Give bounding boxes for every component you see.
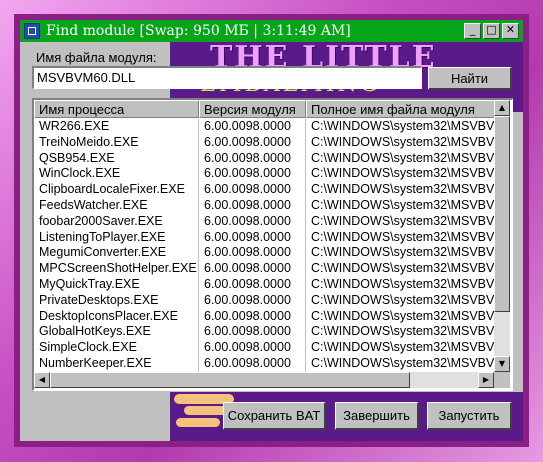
cell-module-version: 6.00.0098.0000 (199, 261, 306, 277)
table-row[interactable]: DesktopIconsPlacer.EXE 6.00.0098.0000 C:\W… (34, 308, 494, 325)
table-row[interactable]: SimpleClock.EXE 6.00.0098.0000 C:\WINDOWS\… (34, 340, 494, 356)
cell-process-name: QSB954.EXE (34, 150, 199, 167)
cell-module-version: 6.00.0098.0000 (199, 292, 306, 309)
table-row[interactable]: foobar2000Saver.EXE 6.00.0098.0000 C:\WIND… (34, 213, 494, 230)
cell-module-path: C:\WINDOWS\system32\MSVBVM (306, 230, 494, 246)
column-header-module-version[interactable]: Версия модуля (199, 100, 306, 118)
column-header-process-name[interactable]: Имя процесса (34, 100, 199, 118)
cell-module-version: 6.00.0098.0000 (199, 324, 306, 341)
window-title: Find module [Swap: 950 МБ | 3:11:49 AM] (46, 23, 351, 39)
cell-module-version: 6.00.0098.0000 (199, 166, 306, 183)
cell-process-name: ClipboardLocaleFixer.EXE (34, 182, 199, 198)
cell-process-name: GlobalHotKeys.EXE (34, 324, 199, 341)
cell-process-name: MegumiConverter.EXE (34, 245, 199, 262)
cell-module-version: 6.00.0098.0000 (199, 182, 306, 198)
cell-module-version: 6.00.0098.0000 (199, 197, 306, 214)
cell-process-name: foobar2000Saver.EXE (34, 213, 199, 230)
table-row[interactable]: TreiNoMeido.EXE 6.00.0098.0000 C:\WINDOWS\… (34, 134, 494, 151)
cell-module-path: C:\WINDOWS\system32\MSVBVM (306, 340, 494, 356)
list-rows: WR266.EXE 6.00.0098.0000 C:\WINDOWS\system… (34, 119, 494, 372)
cell-process-name: MyQuickTray.EXE (34, 276, 199, 293)
column-header-module-path[interactable]: Полное имя файла модуля (306, 100, 494, 118)
cell-module-version: 6.00.0098.0000 (199, 119, 306, 135)
cell-module-path: C:\WINDOWS\system32\MSVBVM (306, 324, 494, 340)
cell-module-path: C:\WINDOWS\system32\MSVBVM (306, 356, 494, 372)
cell-module-version: 6.00.0098.0000 (199, 340, 306, 356)
cell-module-path: C:\WINDOWS\system32\MSVBVM (306, 245, 494, 261)
cell-module-path: C:\WINDOWS\system32\MSVBVM (306, 135, 494, 151)
cell-module-version: 6.00.0098.0000 (199, 276, 306, 293)
process-list-viewport: Имя процесса Версия модуля Полное имя фа… (34, 100, 494, 372)
cell-module-path: C:\WINDOWS\system32\MSVBVM (306, 119, 494, 135)
cell-module-version: 6.00.0098.0000 (199, 245, 306, 262)
run-button[interactable]: Запустить (427, 402, 512, 430)
scroll-left-icon[interactable]: ◀ (34, 372, 50, 388)
table-row[interactable]: QSB954.EXE 6.00.0098.0000 C:\WINDOWS\syste… (34, 150, 494, 167)
table-row[interactable]: MegumiConverter.EXE 6.00.0098.0000 C:\WIND… (34, 245, 494, 262)
scroll-up-icon[interactable]: ▲ (494, 100, 510, 116)
scroll-down-icon[interactable]: ▼ (494, 356, 510, 372)
cell-process-name: WinClock.EXE (34, 166, 199, 183)
scrollbar-corner (494, 372, 510, 388)
cell-module-path: C:\WINDOWS\system32\MSVBVM (306, 166, 494, 182)
cell-module-version: 6.00.0098.0000 (199, 355, 306, 372)
module-filename-input[interactable]: MSVBVM60.DLL (32, 66, 422, 89)
cell-process-name: TreiNoMeido.EXE (34, 134, 199, 151)
cell-module-version: 6.00.0098.0000 (199, 213, 306, 230)
cell-process-name: FeedsWatcher.EXE (34, 197, 199, 214)
vertical-scrollbar[interactable]: ▲ ▼ (494, 100, 510, 372)
cell-module-path: C:\WINDOWS\system32\MSVBVM (306, 151, 494, 167)
finish-button[interactable]: Завершить (335, 402, 419, 430)
app-window-icon (24, 23, 40, 39)
process-list[interactable]: Имя процесса Версия модуля Полное имя фа… (32, 98, 513, 391)
horizontal-scroll-thumb[interactable] (50, 372, 410, 388)
scroll-right-icon[interactable]: ▶ (478, 372, 494, 388)
table-row[interactable]: MyQuickTray.EXE 6.00.0098.0000 C:\WINDOWS\… (34, 276, 494, 293)
find-button[interactable]: Найти (428, 67, 512, 90)
table-row[interactable]: ClipboardLocaleFixer.EXE 6.00.0098.0000 C:… (34, 182, 494, 198)
table-row[interactable]: WinClock.EXE 6.00.0098.0000 C:\WINDOWS\sys… (34, 166, 494, 183)
table-row[interactable]: PrivateDesktops.EXE 6.00.0098.0000 C:\WIND… (34, 292, 494, 309)
table-row[interactable]: WR266.EXE 6.00.0098.0000 C:\WINDOWS\system… (34, 119, 494, 135)
art-blob (176, 418, 220, 427)
cell-process-name: MPCScreenShotHelper.EXE (34, 261, 199, 277)
close-button[interactable]: ✕ (502, 23, 519, 39)
cell-module-path: C:\WINDOWS\system32\MSVBVM (306, 309, 494, 325)
table-row[interactable]: ListeningToPlayer.EXE 6.00.0098.0000 C:\WI… (34, 229, 494, 246)
module-filename-label: Имя файла модуля: (34, 50, 159, 65)
cell-module-path: C:\WINDOWS\system32\MSVBVM (306, 293, 494, 309)
cell-module-version: 6.00.0098.0000 (199, 229, 306, 246)
maximize-button[interactable]: □ (483, 23, 500, 39)
cell-process-name: NumberKeeper.EXE (34, 355, 199, 372)
cell-module-version: 6.00.0098.0000 (199, 150, 306, 167)
cell-process-name: DesktopIconsPlacer.EXE (34, 308, 199, 325)
title-bar[interactable]: Find module [Swap: 950 МБ | 3:11:49 AM] … (20, 20, 523, 42)
cell-process-name: ListeningToPlayer.EXE (34, 229, 199, 246)
cell-module-path: C:\WINDOWS\system32\MSVBVM (306, 198, 494, 214)
cell-module-path: C:\WINDOWS\system32\MSVBVM (306, 277, 494, 293)
list-header: Имя процесса Версия модуля Полное имя фа… (34, 100, 494, 118)
cell-module-path: C:\WINDOWS\system32\MSVBVM (306, 261, 494, 277)
window-controls: _ □ ✕ (464, 23, 519, 39)
save-bat-button[interactable]: Сохранить BAT (223, 402, 326, 430)
cell-process-name: PrivateDesktops.EXE (34, 292, 199, 309)
table-row[interactable]: GlobalHotKeys.EXE 6.00.0098.0000 C:\WINDOW… (34, 324, 494, 341)
horizontal-scrollbar[interactable]: ◀ ▶ (34, 372, 494, 388)
cell-module-path: C:\WINDOWS\system32\MSVBVM (306, 182, 494, 198)
cell-process-name: WR266.EXE (34, 119, 199, 135)
vertical-scroll-thumb[interactable] (494, 116, 510, 312)
table-row[interactable]: FeedsWatcher.EXE 6.00.0098.0000 C:\WINDOWS… (34, 197, 494, 214)
cell-process-name: SimpleClock.EXE (34, 340, 199, 356)
minimize-button[interactable]: _ (464, 23, 481, 39)
table-row[interactable]: NumberKeeper.EXE 6.00.0098.0000 C:\WINDOWS… (34, 355, 494, 372)
cell-module-version: 6.00.0098.0000 (199, 308, 306, 325)
find-module-window: Find module [Swap: 950 МБ | 3:11:49 AM] … (20, 20, 523, 441)
table-row[interactable]: MPCScreenShotHelper.EXE 6.00.0098.0000 C:\… (34, 261, 494, 277)
cell-module-version: 6.00.0098.0000 (199, 134, 306, 151)
cell-module-path: C:\WINDOWS\system32\MSVBVM (306, 214, 494, 230)
